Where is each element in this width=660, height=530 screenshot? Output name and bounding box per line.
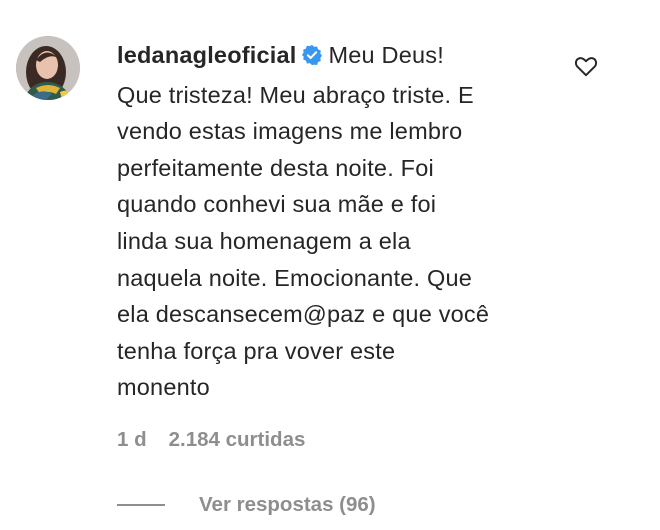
comment-text-line: naquela noite. Emocionante. Que (117, 264, 473, 291)
comment-text-line: vendo estas imagens me lembro (117, 118, 463, 145)
comment-text-line: ela descansecem@paz e que você (117, 301, 490, 328)
comment-meta: 1 d 2.184 curtidas (117, 428, 305, 452)
view-replies-button[interactable]: Ver respostas (96) (117, 493, 376, 517)
comment-text-line: Que tristeza! Meu abraço triste. E (117, 81, 474, 108)
comment-text-line: linda sua homenagem a ela (117, 227, 411, 254)
avatar-photo (16, 36, 80, 100)
comment: ledanagleoficial Meu Deus! Que tristeza! … (0, 0, 660, 530)
heart-outline-icon (574, 57, 598, 77)
comment-body: ledanagleoficial Meu Deus! Que tristeza! … (117, 37, 557, 406)
comment-text-line: perfeitamente desta noite. Foi (117, 154, 434, 181)
view-replies-label: Ver respostas (96) (199, 493, 376, 516)
comment-timestamp[interactable]: 1 d (117, 428, 147, 452)
comment-text-line: quando conhevi sua mãe e foi (117, 191, 437, 218)
like-comment-button[interactable] (573, 53, 599, 84)
verified-badge-icon (301, 40, 323, 77)
comment-text-line: Meu Deus! (328, 42, 444, 68)
comment-text-line: tenha força pra vover este (117, 337, 396, 364)
comment-username[interactable]: ledanagleoficial (117, 42, 297, 68)
avatar[interactable] (16, 36, 80, 100)
comment-likes-count[interactable]: 2.184 curtidas (169, 428, 306, 452)
replies-divider (117, 504, 165, 506)
comment-text-line: monento (117, 374, 210, 401)
